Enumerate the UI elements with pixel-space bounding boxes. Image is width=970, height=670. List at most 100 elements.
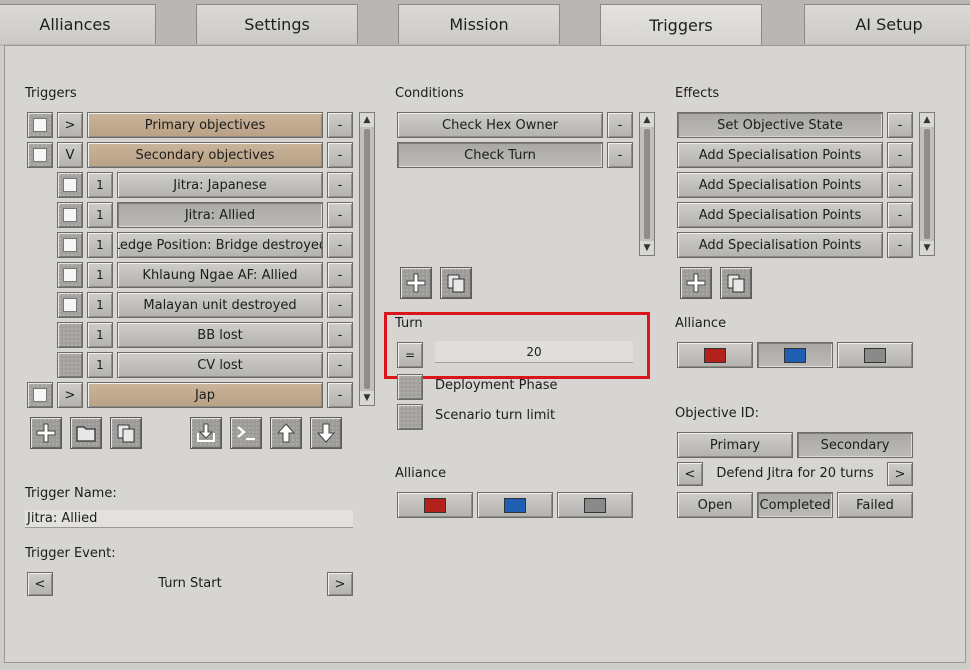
condition-item[interactable]: Check Hex Owner <box>397 112 603 138</box>
trigger-name-field[interactable]: Jitra: Allied <box>25 510 353 528</box>
alliance-grey-button[interactable] <box>557 492 633 518</box>
trigger-checkbox[interactable] <box>27 382 53 408</box>
remove-trigger-button[interactable]: - <box>327 142 353 168</box>
move-up-button[interactable] <box>270 417 302 449</box>
alliance-red-button[interactable] <box>397 492 473 518</box>
tab-alliances[interactable]: Alliances <box>0 4 156 44</box>
event-next-button[interactable]: > <box>327 572 353 596</box>
scenario-turn-limit-checkbox[interactable] <box>397 404 423 430</box>
effect-item[interactable]: Add Specialisation Points <box>677 232 883 258</box>
add-condition-button[interactable] <box>400 267 432 299</box>
trigger-item[interactable]: BB lost <box>117 322 323 348</box>
objective-current: Defend Jitra for 20 turns <box>716 466 874 481</box>
trigger-item[interactable]: Secondary objectives <box>87 142 323 168</box>
state-failed-button[interactable]: Failed <box>837 492 913 518</box>
add-effect-button[interactable] <box>680 267 712 299</box>
copy-condition-button[interactable] <box>440 267 472 299</box>
trigger-checkbox[interactable] <box>57 322 83 348</box>
trigger-item[interactable]: Jap <box>87 382 323 408</box>
scroll-track[interactable] <box>364 129 370 389</box>
move-down-button[interactable] <box>310 417 342 449</box>
triggers-scrollbar[interactable]: ▲ ▼ <box>359 112 375 406</box>
objective-secondary-button[interactable]: Secondary <box>797 432 913 458</box>
add-folder-button[interactable] <box>70 417 102 449</box>
effect-item[interactable]: Add Specialisation Points <box>677 142 883 168</box>
remove-condition-button[interactable]: - <box>607 112 633 138</box>
tab-mission[interactable]: Mission <box>398 4 560 44</box>
scroll-up-icon[interactable]: ▲ <box>640 113 654 127</box>
remove-trigger-button[interactable]: - <box>327 292 353 318</box>
trigger-checkbox[interactable] <box>57 172 83 198</box>
trigger-item[interactable]: Jitra: Japanese <box>117 172 323 198</box>
remove-condition-button[interactable]: - <box>607 142 633 168</box>
scroll-down-icon[interactable]: ▼ <box>640 241 654 255</box>
trigger-checkbox[interactable] <box>57 262 83 288</box>
trigger-item[interactable]: Khlaung Ngae AF: Allied <box>117 262 323 288</box>
alliance-blue-button[interactable] <box>477 492 553 518</box>
remove-trigger-button[interactable]: - <box>327 382 353 408</box>
trigger-checkbox[interactable] <box>57 292 83 318</box>
effect-item-selected[interactable]: Set Objective State <box>677 112 883 138</box>
remove-effect-button[interactable]: - <box>887 232 913 258</box>
remove-trigger-button[interactable]: - <box>327 262 353 288</box>
condition-item-selected[interactable]: Check Turn <box>397 142 603 168</box>
remove-effect-button[interactable]: - <box>887 172 913 198</box>
scroll-track[interactable] <box>644 129 650 239</box>
alliance-blue-button[interactable] <box>757 342 833 368</box>
copy-trigger-button[interactable] <box>110 417 142 449</box>
trigger-item[interactable]: Primary objectives <box>87 112 323 138</box>
turn-value-field[interactable]: 20 <box>435 341 633 363</box>
effects-scrollbar[interactable]: ▲ ▼ <box>919 112 935 256</box>
tab-triggers[interactable]: Triggers <box>600 4 762 46</box>
remove-trigger-button[interactable]: - <box>327 112 353 138</box>
expand-button[interactable]: V <box>57 142 83 168</box>
objective-prev-button[interactable]: < <box>677 462 703 486</box>
state-completed-button[interactable]: Completed <box>757 492 833 518</box>
add-trigger-button[interactable] <box>30 417 62 449</box>
deployment-phase-checkbox[interactable] <box>397 374 423 400</box>
trigger-item[interactable]: Malayan unit destroyed <box>117 292 323 318</box>
turn-operator-button[interactable]: = <box>397 342 423 368</box>
objective-id-label: Objective ID: <box>675 406 759 421</box>
alliance-grey-button[interactable] <box>837 342 913 368</box>
copy-effect-button[interactable] <box>720 267 752 299</box>
objective-primary-button[interactable]: Primary <box>677 432 793 458</box>
scroll-track[interactable] <box>924 129 930 239</box>
remove-trigger-button[interactable]: - <box>327 322 353 348</box>
trigger-item[interactable]: CV lost <box>117 352 323 378</box>
trigger-checkbox[interactable] <box>57 202 83 228</box>
remove-trigger-button[interactable]: - <box>327 172 353 198</box>
trigger-checkbox[interactable] <box>57 352 83 378</box>
remove-trigger-button[interactable]: - <box>327 202 353 228</box>
remove-effect-button[interactable]: - <box>887 142 913 168</box>
expand-button[interactable]: > <box>57 382 83 408</box>
event-prev-button[interactable]: < <box>27 572 53 596</box>
trigger-item-selected[interactable]: Jitra: Allied <box>117 202 323 228</box>
state-open-button[interactable]: Open <box>677 492 753 518</box>
expand-button[interactable]: > <box>57 112 83 138</box>
scroll-up-icon[interactable]: ▲ <box>360 113 374 127</box>
remove-trigger-button[interactable]: - <box>327 232 353 258</box>
scroll-down-icon[interactable]: ▼ <box>920 241 934 255</box>
effect-item[interactable]: Add Specialisation Points <box>677 172 883 198</box>
remove-effect-button[interactable]: - <box>887 202 913 228</box>
remove-trigger-button[interactable]: - <box>327 352 353 378</box>
arrow-down-icon <box>316 423 336 443</box>
tab-ai-setup[interactable]: AI Setup <box>804 4 970 44</box>
trigger-count: 1 <box>87 232 113 258</box>
tab-settings[interactable]: Settings <box>196 4 358 44</box>
trigger-checkbox[interactable] <box>57 232 83 258</box>
import-trigger-button[interactable] <box>190 417 222 449</box>
trigger-checkbox[interactable] <box>27 112 53 138</box>
remove-effect-button[interactable]: - <box>887 112 913 138</box>
trigger-checkbox[interactable] <box>27 142 53 168</box>
console-button[interactable] <box>230 417 262 449</box>
alliance-red-button[interactable] <box>677 342 753 368</box>
trigger-item[interactable]: Ledge Position: Bridge destroyed <box>117 232 323 258</box>
scroll-down-icon[interactable]: ▼ <box>360 391 374 405</box>
effect-item[interactable]: Add Specialisation Points <box>677 202 883 228</box>
conditions-scrollbar[interactable]: ▲ ▼ <box>639 112 655 256</box>
grey-swatch <box>864 347 886 363</box>
scroll-up-icon[interactable]: ▲ <box>920 113 934 127</box>
objective-next-button[interactable]: > <box>887 462 913 486</box>
